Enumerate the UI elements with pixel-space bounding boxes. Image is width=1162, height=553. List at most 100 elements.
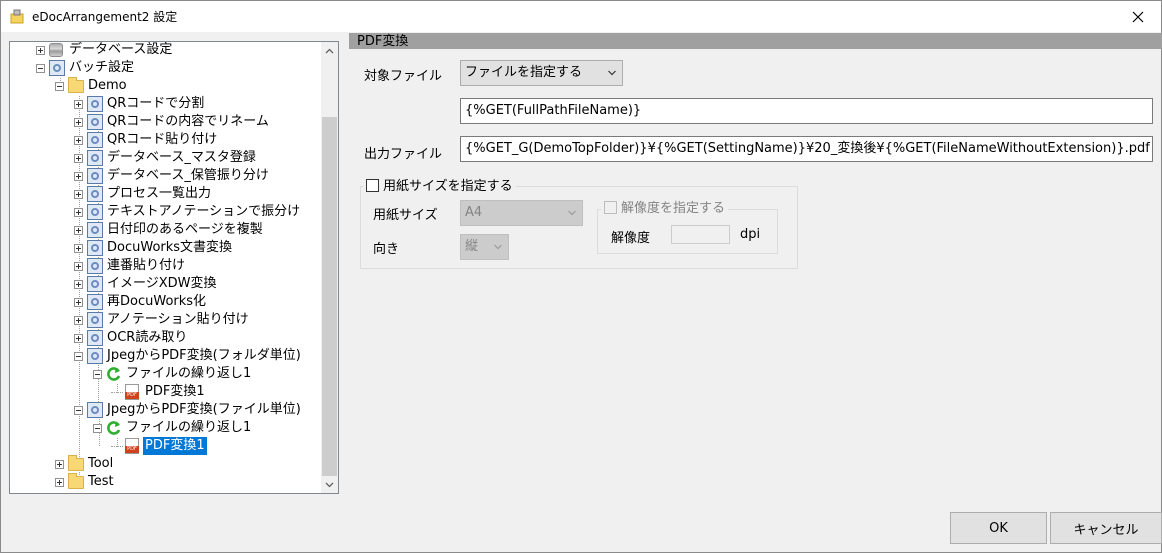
tree-item[interactable]: プロセス一覧出力 bbox=[10, 185, 321, 203]
tree-item[interactable]: データベース_保管振り分け bbox=[10, 167, 321, 185]
tree-item-label: バッチ設定 bbox=[69, 60, 135, 75]
tree-item[interactable]: 連番貼り付け bbox=[10, 257, 321, 275]
expand-icon[interactable] bbox=[74, 244, 83, 253]
tree-item[interactable]: PDF変換1 bbox=[10, 383, 321, 401]
expand-icon[interactable] bbox=[74, 172, 83, 181]
expand-icon[interactable] bbox=[74, 118, 83, 127]
expand-icon[interactable] bbox=[74, 136, 83, 145]
scroll-thumb[interactable] bbox=[322, 117, 337, 476]
tree-item[interactable]: テキストアノテーションで振分け bbox=[10, 203, 321, 221]
target-file-input[interactable]: {%GET(FullPathFileName)} bbox=[460, 98, 1153, 124]
cancel-button[interactable]: キャンセル bbox=[1050, 512, 1162, 544]
output-file-label: 出力ファイル bbox=[364, 147, 443, 162]
scroll-up-button[interactable] bbox=[321, 42, 338, 59]
paper-size-value: A4 bbox=[465, 205, 483, 220]
cancel-button-label: キャンセル bbox=[1073, 522, 1139, 538]
tree-item-label: JpegからPDF変換(ファイル単位) bbox=[107, 402, 301, 417]
paper-size-select[interactable]: A4 bbox=[460, 200, 583, 226]
collapse-icon[interactable] bbox=[36, 64, 45, 73]
tree-item[interactable]: アノテーション貼り付け bbox=[10, 311, 321, 329]
tree-item-label: OCR読み取り bbox=[107, 330, 188, 345]
tree-item[interactable]: QRコードで分割 bbox=[10, 95, 321, 113]
tree-item[interactable]: データベース設定 bbox=[10, 42, 321, 59]
orientation-label: 向き bbox=[373, 242, 400, 257]
expand-icon[interactable] bbox=[36, 46, 45, 55]
app-icon bbox=[10, 9, 24, 24]
expand-icon[interactable] bbox=[74, 154, 83, 163]
collapse-icon[interactable] bbox=[74, 406, 83, 415]
orientation-value: 縦 bbox=[465, 239, 479, 254]
resolution-checkbox[interactable] bbox=[604, 201, 617, 214]
tree-item[interactable]: 再DocuWorks化 bbox=[10, 293, 321, 311]
orientation-select[interactable]: 縦 bbox=[460, 234, 509, 260]
tree-item-label: 日付印のあるページを複製 bbox=[107, 222, 263, 237]
output-file-input[interactable]: {%GET_G(DemoTopFolder)}¥{%GET(SettingNam… bbox=[460, 136, 1153, 162]
tree-item[interactable]: ファイルの繰り返し1 bbox=[10, 419, 321, 437]
expand-icon[interactable] bbox=[74, 298, 83, 307]
expand-icon[interactable] bbox=[74, 208, 83, 217]
tree-item[interactable]: OCR読み取り bbox=[10, 329, 321, 347]
section-title: PDF変換 bbox=[357, 34, 409, 49]
expand-icon[interactable] bbox=[74, 334, 83, 343]
expand-icon[interactable] bbox=[74, 226, 83, 235]
resolution-checkbox-label: 解像度を指定する bbox=[621, 201, 726, 216]
tree-item[interactable]: Tool bbox=[10, 455, 321, 473]
collapse-icon[interactable] bbox=[93, 424, 102, 433]
ok-button[interactable]: OK bbox=[950, 512, 1047, 544]
tree-item-label: Tool bbox=[88, 456, 114, 471]
resolution-input[interactable] bbox=[671, 225, 730, 244]
tree-item[interactable]: データベース_マスタ登録 bbox=[10, 149, 321, 167]
close-button[interactable] bbox=[1115, 1, 1161, 32]
tree-item-label: 再DocuWorks化 bbox=[107, 294, 207, 309]
tree-item[interactable]: QRコードの内容でリネーム bbox=[10, 113, 321, 131]
chevron-down-icon bbox=[325, 482, 334, 487]
tree-item[interactable]: ファイルの繰り返し1 bbox=[10, 365, 321, 383]
paper-size-checkbox-label: 用紙サイズを指定する bbox=[383, 179, 513, 194]
collapse-icon[interactable] bbox=[74, 352, 83, 361]
collapse-icon[interactable] bbox=[55, 82, 64, 91]
expand-icon[interactable] bbox=[74, 280, 83, 289]
collapse-icon[interactable] bbox=[93, 370, 102, 379]
tree-item[interactable]: JpegからPDF変換(ファイル単位) bbox=[10, 401, 321, 419]
tree-item[interactable]: DocuWorks文書変換 bbox=[10, 239, 321, 257]
tree-item[interactable]: JpegからPDF変換(フォルダ単位) bbox=[10, 347, 321, 365]
tree-item-label: 連番貼り付け bbox=[107, 258, 186, 273]
resolution-label: 解像度 bbox=[611, 231, 651, 246]
tree-item[interactable]: QRコード貼り付け bbox=[10, 131, 321, 149]
tree-scrollbar[interactable] bbox=[321, 42, 338, 493]
paper-size-toggle[interactable]: 用紙サイズを指定する bbox=[363, 179, 516, 195]
window-title: eDocArrangement2 設定 bbox=[32, 10, 178, 24]
tree-item-label: データベース_マスタ登録 bbox=[107, 150, 256, 165]
tree-item[interactable]: Test bbox=[10, 473, 321, 491]
tree-item[interactable]: Demo bbox=[10, 77, 321, 95]
expand-icon[interactable] bbox=[55, 460, 64, 469]
resolution-toggle[interactable]: 解像度を指定する bbox=[601, 201, 729, 217]
tree-item[interactable]: バッチ設定 bbox=[10, 59, 321, 77]
scroll-down-button[interactable] bbox=[321, 476, 338, 493]
tree-item[interactable]: 日付印のあるページを複製 bbox=[10, 221, 321, 239]
title-bar: eDocArrangement2 設定 bbox=[1, 1, 1161, 32]
ok-button-label: OK bbox=[989, 520, 1008, 536]
gear-icon bbox=[87, 348, 103, 364]
gear-icon bbox=[87, 258, 103, 274]
target-file-mode-select[interactable]: ファイルを指定する bbox=[460, 60, 623, 86]
tree-item[interactable]: PDF変換1 bbox=[10, 437, 321, 455]
gear-icon bbox=[87, 204, 103, 220]
tree-item-label: プロセス一覧出力 bbox=[107, 186, 212, 201]
expand-icon[interactable] bbox=[74, 316, 83, 325]
gear-icon bbox=[87, 294, 103, 310]
expand-icon[interactable] bbox=[74, 100, 83, 109]
paper-size-checkbox[interactable] bbox=[366, 179, 379, 192]
settings-tree[interactable]: データベース設定 バッチ設定 Demo QRコードで分割 QRコードの内容でリネーム QR… bbox=[9, 41, 339, 494]
tree-item-label: DocuWorks文書変換 bbox=[107, 240, 233, 255]
tree-item-label: テキストアノテーションで振分け bbox=[107, 204, 301, 219]
expand-icon[interactable] bbox=[74, 190, 83, 199]
folder-icon bbox=[68, 473, 84, 489]
tree-item-label: イメージXDW変換 bbox=[107, 276, 217, 291]
expand-icon[interactable] bbox=[55, 478, 64, 487]
expand-icon[interactable] bbox=[74, 262, 83, 271]
tree-item-label: PDF変換1 bbox=[145, 384, 205, 399]
tree-item[interactable]: イメージXDW変換 bbox=[10, 275, 321, 293]
section-header: PDF変換 bbox=[349, 33, 1162, 49]
gear-icon bbox=[87, 132, 103, 148]
